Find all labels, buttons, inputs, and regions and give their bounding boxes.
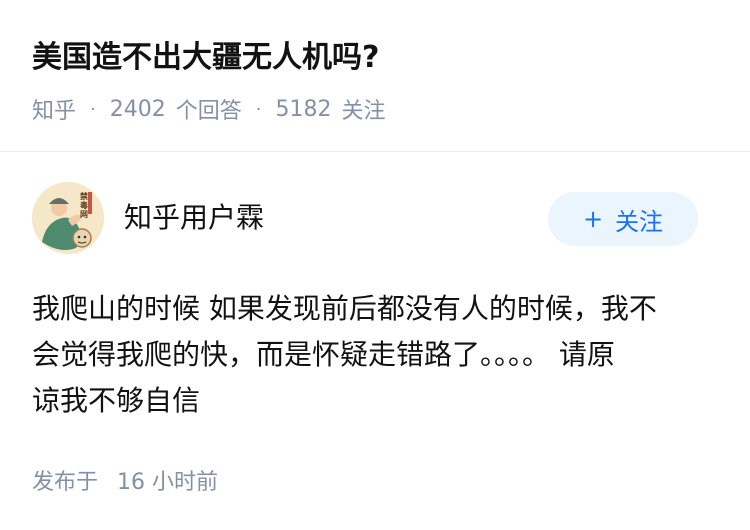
answer-count-label[interactable]: 个回答 (176, 93, 242, 125)
published-label: 发布于 (32, 470, 99, 495)
author-name[interactable]: 知乎用户霖 (124, 198, 264, 238)
author-row: 禁毒网 知乎用户霖 + 关注 (0, 180, 750, 260)
avatar[interactable]: 禁毒网 (32, 182, 104, 254)
source-label[interactable]: 知乎 (32, 93, 76, 125)
answer-line: 会觉得我爬的快，而是怀疑走错路了。。。。 请原 (32, 338, 615, 371)
question-title[interactable]: 美国造不出大疆无人机吗? (32, 36, 379, 80)
avatar-text: 禁毒网 (80, 191, 88, 219)
published-time: 16 小时前 (117, 470, 219, 495)
answer-line: 我爬山的时候 如果发现前后都没有人的时候，我不 (32, 292, 657, 325)
follow-button-label: 关注 (615, 207, 664, 236)
follow-count-label[interactable]: 关注 (342, 93, 386, 125)
meta-separator: · (90, 98, 96, 120)
follow-button[interactable]: + 关注 (548, 192, 698, 246)
question-meta: 知乎 · 2402 个回答 · 5182 关注 (32, 93, 386, 125)
question-header: 美国造不出大疆无人机吗? 知乎 · 2402 个回答 · 5182 关注 (0, 0, 750, 152)
plus-icon: + (582, 205, 604, 233)
meta-separator: · (255, 98, 262, 120)
answer-count: 2402 (109, 96, 166, 122)
answer-line: 谅我不够自信 (32, 384, 201, 417)
follow-count: 5182 (275, 96, 332, 122)
answer-content[interactable]: 我爬山的时候 如果发现前后都没有人的时候，我不 会觉得我爬的快，而是怀疑走错路了… (32, 286, 722, 424)
answer-time: 发布于 16 小时前 (32, 464, 218, 496)
